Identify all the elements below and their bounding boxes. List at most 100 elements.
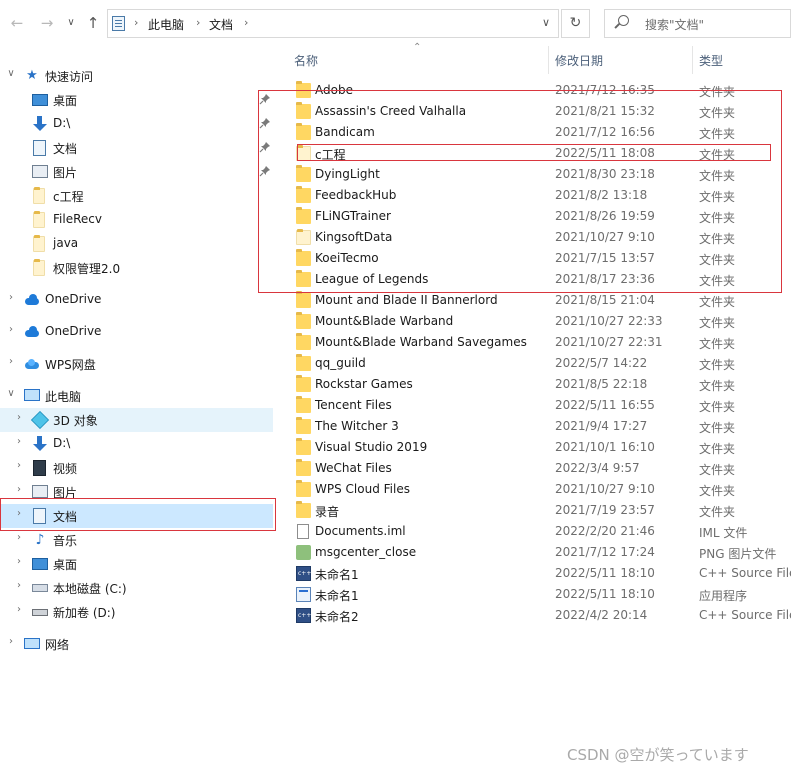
table-row[interactable]: Mount&Blade Warband Savegames 2021/10/27 …: [286, 332, 791, 353]
file-type: 文件夹: [699, 463, 736, 477]
forward-button[interactable]: →: [38, 13, 56, 33]
file-date: 2021/9/4 17:27: [555, 419, 648, 433]
nav-wps-drive[interactable]: › WPS网盘: [0, 352, 273, 376]
file-name: Mount and Blade II Bannerlord: [315, 293, 498, 307]
chevron-down-icon: ∨: [67, 17, 75, 28]
file-type: 文件夹: [699, 379, 736, 393]
nav-quick-java[interactable]: java: [0, 232, 273, 256]
onedrive-cloud-icon: [24, 292, 40, 308]
chevron-down-icon[interactable]: ∨: [6, 388, 16, 399]
nav-quick-pictures[interactable]: 图片: [0, 160, 273, 184]
table-row[interactable]: msgcenter_close 2021/7/12 17:24 PNG 图片文件: [286, 542, 791, 563]
column-divider[interactable]: [548, 46, 549, 74]
cpp-source-icon: [296, 608, 311, 623]
file-date: 2022/5/11 18:10: [555, 587, 655, 601]
nav-quick-d-drive[interactable]: D:\: [0, 112, 273, 136]
folder-icon: [296, 417, 311, 434]
address-dropdown-icon[interactable]: ∨: [542, 16, 550, 29]
chevron-right-icon[interactable]: ›: [14, 556, 24, 567]
download-icon: [32, 436, 48, 452]
file-date: 2021/7/19 23:57: [555, 503, 655, 517]
folder-icon: [296, 396, 311, 413]
chevron-right-icon[interactable]: ›: [14, 580, 24, 591]
nav-onedrive-2[interactable]: › OneDrive: [0, 320, 273, 344]
chevron-right-icon[interactable]: ›: [6, 356, 16, 367]
chevron-right-icon[interactable]: ›: [14, 532, 24, 543]
table-row[interactable]: Rockstar Games 2021/8/5 22:18 文件夹: [286, 374, 791, 395]
refresh-button[interactable]: ↻: [561, 9, 590, 38]
nav-this-pc[interactable]: ∨ 此电脑: [0, 384, 273, 408]
nav-pc-desktop[interactable]: › 桌面: [0, 552, 273, 576]
nav-pc-d-drive[interactable]: › D:\: [0, 432, 273, 456]
recent-locations-button[interactable]: ∨: [62, 13, 80, 33]
table-row[interactable]: 未命名1 2022/5/11 18:10 C++ Source File: [286, 563, 791, 584]
chevron-down-icon[interactable]: ∨: [6, 68, 16, 79]
sort-ascending-icon: ⌃: [413, 42, 422, 53]
file-type: 文件夹: [699, 358, 736, 372]
table-row[interactable]: Tencent Files 2022/5/11 16:55 文件夹: [286, 395, 791, 416]
folder-icon: [33, 259, 45, 276]
nav-pc-music[interactable]: › ♪ 音乐: [0, 528, 273, 552]
table-row[interactable]: Mount and Blade II Bannerlord 2021/8/15 2…: [286, 290, 791, 311]
file-date: 2021/7/12 17:24: [555, 545, 655, 559]
address-bar[interactable]: › 此电脑 › 文档 › ∨: [107, 9, 559, 38]
search-input[interactable]: 搜索"文档": [604, 9, 791, 38]
nav-quick-desktop[interactable]: 桌面: [0, 88, 273, 112]
file-icon: [297, 524, 309, 539]
table-row[interactable]: 未命名2 2022/4/2 20:14 C++ Source File: [286, 605, 791, 626]
table-row[interactable]: 录音 2021/7/19 23:57 文件夹: [286, 500, 791, 521]
table-row[interactable]: WeChat Files 2022/3/4 9:57 文件夹: [286, 458, 791, 479]
folder-icon: [296, 438, 311, 455]
chevron-right-icon[interactable]: ›: [14, 460, 24, 471]
table-row[interactable]: Documents.iml 2022/2/20 21:46 IML 文件: [286, 521, 791, 542]
file-date: 2021/10/1 16:10: [555, 440, 655, 454]
breadcrumb-documents[interactable]: 文档: [209, 16, 233, 33]
nav-label: c工程: [53, 190, 84, 204]
network-icon: [24, 638, 40, 649]
back-arrow-icon: ←: [10, 14, 24, 32]
desktop-icon: [32, 558, 48, 570]
back-button[interactable]: ←: [8, 13, 26, 33]
nav-quick-c-project[interactable]: c工程: [0, 184, 273, 208]
file-name: WPS Cloud Files: [315, 482, 410, 496]
nav-quick-filerecv[interactable]: FileRecv: [0, 208, 273, 232]
navigation-pane: ∨ ★ 快速访问 桌面 D:\ 文档 图片 c工程 FileRecv java …: [0, 60, 276, 773]
chevron-right-icon[interactable]: ›: [14, 604, 24, 615]
table-row[interactable]: 未命名1 2022/5/11 18:10 应用程序: [286, 584, 791, 605]
chevron-right-icon[interactable]: ›: [6, 292, 16, 303]
file-name: Mount&Blade Warband: [315, 314, 454, 328]
column-header-name[interactable]: 名称: [294, 52, 318, 69]
nav-label: FileRecv: [53, 212, 102, 226]
nav-quick-documents[interactable]: 文档: [0, 136, 273, 160]
file-date: 2021/10/27 22:33: [555, 314, 663, 328]
table-row[interactable]: qq_guild 2022/5/7 14:22 文件夹: [286, 353, 791, 374]
nav-label: 快速访问: [45, 70, 94, 84]
nav-quick-permission-mgmt[interactable]: 权限管理2.0: [0, 256, 273, 280]
nav-pc-3d-objects[interactable]: › 3D 对象: [0, 408, 273, 432]
nav-pc-videos[interactable]: › 视频: [0, 456, 273, 480]
column-header-date[interactable]: 修改日期: [555, 52, 603, 69]
table-row[interactable]: WPS Cloud Files 2021/10/27 9:10 文件夹: [286, 479, 791, 500]
column-divider[interactable]: [692, 46, 693, 74]
table-row[interactable]: Mount&Blade Warband 2021/10/27 22:33 文件夹: [286, 311, 791, 332]
file-name: Visual Studio 2019: [315, 440, 428, 454]
nav-quick-access[interactable]: ∨ ★ 快速访问: [0, 64, 273, 88]
chevron-right-icon[interactable]: ›: [14, 436, 24, 447]
chevron-right-icon: ›: [134, 16, 139, 29]
nav-label: java: [53, 236, 79, 250]
chevron-right-icon[interactable]: ›: [6, 324, 16, 335]
nav-pc-drive-c[interactable]: › 本地磁盘 (C:): [0, 576, 273, 600]
chevron-right-icon[interactable]: ›: [14, 484, 24, 495]
table-row[interactable]: Visual Studio 2019 2021/10/1 16:10 文件夹: [286, 437, 791, 458]
nav-network[interactable]: › 网络: [0, 632, 273, 656]
cpp-source-icon: [296, 566, 311, 581]
column-header-type[interactable]: 类型: [699, 52, 723, 69]
nav-pc-drive-d[interactable]: › 新加卷 (D:): [0, 600, 273, 624]
chevron-right-icon[interactable]: ›: [14, 412, 24, 423]
up-button[interactable]: ↑: [84, 13, 102, 33]
chevron-right-icon[interactable]: ›: [6, 636, 16, 647]
nav-onedrive-1[interactable]: › OneDrive: [0, 288, 273, 312]
breadcrumb-this-pc[interactable]: 此电脑: [148, 16, 184, 33]
file-name: Tencent Files: [315, 398, 392, 412]
table-row[interactable]: The Witcher 3 2021/9/4 17:27 文件夹: [286, 416, 791, 437]
